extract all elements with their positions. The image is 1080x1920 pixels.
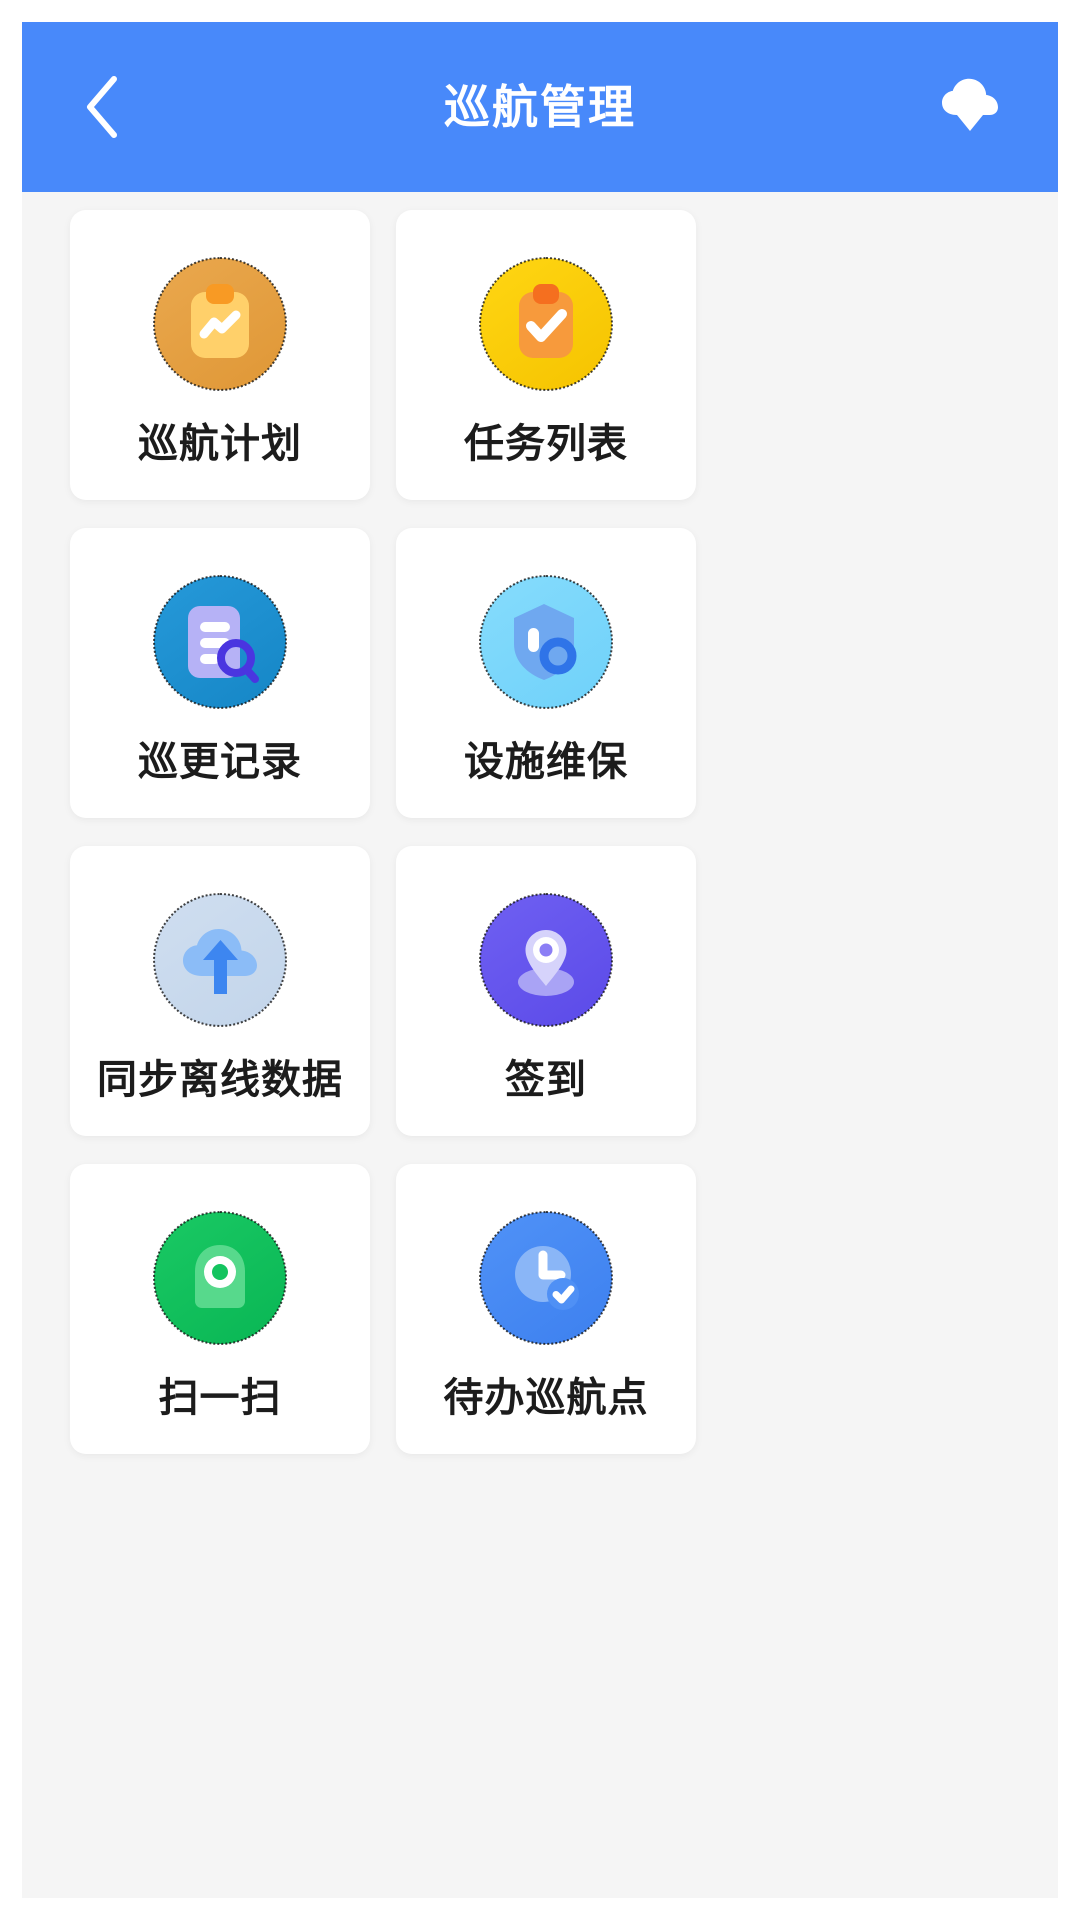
- cloud-download-icon: [939, 77, 1001, 138]
- feature-grid: 巡航计划 任务列表 巡更记录 设施维保 同步离线数据 签到 扫一扫 待办巡航点: [22, 210, 1058, 1772]
- document-search-icon: [180, 600, 260, 684]
- grid-item-scan[interactable]: 扫一扫: [70, 1164, 370, 1454]
- back-button[interactable]: [58, 63, 146, 151]
- grid-item-label: 设施维保: [464, 740, 628, 784]
- grid-item-label: 巡航计划: [138, 422, 302, 466]
- scan-camera-icon: [181, 1239, 259, 1317]
- grid-item-facility-maintenance[interactable]: 设施维保: [396, 528, 696, 818]
- shield-check-icon: [506, 600, 586, 684]
- grid-item-patrol-plan[interactable]: 巡航计划: [70, 210, 370, 500]
- grid-empty-slot: [70, 1482, 370, 1772]
- grid-item-label: 签到: [505, 1058, 587, 1102]
- app-header: 巡航管理: [22, 22, 1058, 192]
- grid-item-label: 待办巡航点: [443, 1376, 649, 1420]
- location-person-icon: [506, 920, 586, 1000]
- icon-badge: [153, 257, 287, 391]
- grid-item-check-in[interactable]: 签到: [396, 846, 696, 1136]
- clipboard-check-icon: [507, 282, 585, 366]
- icon-badge: [479, 575, 613, 709]
- page-title: 巡航管理: [444, 81, 636, 133]
- icon-badge: [479, 893, 613, 1027]
- icon-badge: [479, 257, 613, 391]
- grid-item-patrol-record[interactable]: 巡更记录: [70, 528, 370, 818]
- icon-badge: [153, 575, 287, 709]
- grid-item-pending-patrol-point[interactable]: 待办巡航点: [396, 1164, 696, 1454]
- chevron-left-icon: [82, 74, 122, 140]
- icon-badge: [153, 893, 287, 1027]
- cloud-upload-icon: [178, 920, 262, 1000]
- icon-badge: [153, 1211, 287, 1345]
- grid-item-task-list[interactable]: 任务列表: [396, 210, 696, 500]
- grid-item-label: 扫一扫: [158, 1376, 282, 1420]
- grid-item-label: 巡更记录: [138, 740, 302, 784]
- content-area: 巡航计划 任务列表 巡更记录 设施维保 同步离线数据 签到 扫一扫 待办巡航点: [22, 192, 1058, 1898]
- grid-item-sync-offline-data[interactable]: 同步离线数据: [70, 846, 370, 1136]
- app-root: 巡航管理 巡航计划 任务列表 巡更记录 设施维保 同步离线数据 签到 扫一扫 待…: [0, 0, 1080, 1920]
- icon-badge: [479, 1211, 613, 1345]
- grid-item-label: 同步离线数据: [97, 1058, 343, 1102]
- grid-item-label: 任务列表: [464, 422, 628, 466]
- cloud-download-button[interactable]: [928, 65, 1012, 149]
- clipboard-chart-icon: [181, 282, 259, 366]
- clock-check-icon: [506, 1239, 586, 1317]
